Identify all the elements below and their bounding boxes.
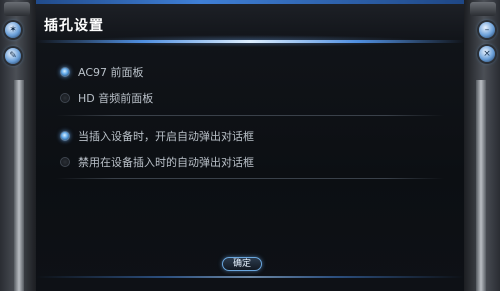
right-rail xyxy=(476,80,486,291)
option-disable-auto-popup[interactable]: 禁用在设备插入时的自动弹出对话框 xyxy=(60,154,254,170)
option-enable-auto-popup[interactable]: 当插入设备时，开启自动弹出对话框 xyxy=(60,128,254,144)
left-corner-tab xyxy=(4,2,30,16)
close-knob-icon[interactable]: × xyxy=(479,46,495,62)
left-side-frame: ✶ ✎ xyxy=(0,0,36,291)
right-corner-tab xyxy=(470,2,496,16)
divider xyxy=(56,178,444,179)
auto-popup-radio[interactable] xyxy=(60,131,70,141)
settings-knob-icon[interactable]: ✶ xyxy=(5,22,21,38)
bottom-glow xyxy=(36,276,464,278)
ac97-radio[interactable] xyxy=(60,67,70,77)
ok-button[interactable]: 确定 xyxy=(222,257,262,271)
auto-popup-label: 当插入设备时，开启自动弹出对话框 xyxy=(78,130,254,143)
option-hd-front-panel[interactable]: HD 音频前面板 xyxy=(60,90,153,106)
tool-knob-icon[interactable]: ✎ xyxy=(5,48,21,64)
disable-popup-radio[interactable] xyxy=(60,157,70,167)
disable-popup-label: 禁用在设备插入时的自动弹出对话框 xyxy=(78,156,254,169)
divider xyxy=(56,115,444,116)
right-side-frame: – × xyxy=(464,0,500,291)
dialog-title: 插孔设置 xyxy=(44,18,104,34)
jack-settings-panel: 插孔设置 AC97 前面板 HD 音频前面板 当插入设备时，开启自动弹出对话框 … xyxy=(36,4,464,291)
option-ac97-front-panel[interactable]: AC97 前面板 xyxy=(60,64,144,80)
minimize-knob-icon[interactable]: – xyxy=(479,22,495,38)
left-rail xyxy=(14,80,24,291)
hd-radio[interactable] xyxy=(60,93,70,103)
title-divider-glow xyxy=(36,40,464,43)
hd-label: HD 音频前面板 xyxy=(78,92,154,105)
ac97-label: AC97 前面板 xyxy=(78,66,144,79)
